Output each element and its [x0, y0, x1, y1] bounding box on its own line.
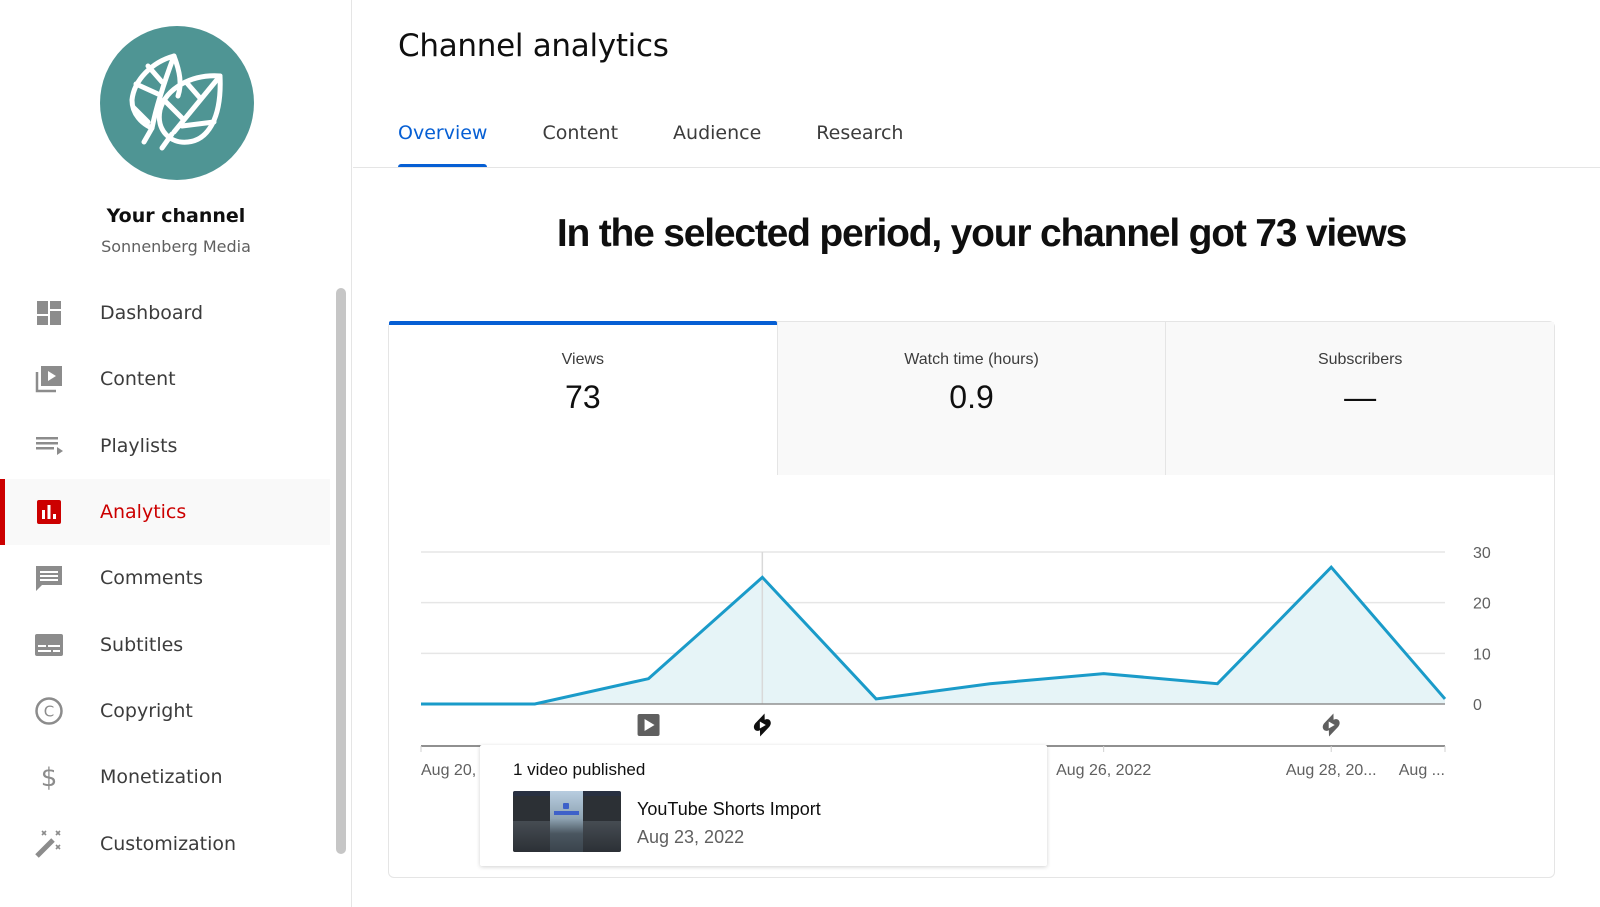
sidebar-item-label: Customization [100, 832, 237, 855]
svg-text:C: C [44, 702, 54, 720]
metric-label: Subscribers [1317, 351, 1403, 368]
sidebar-item-label: Analytics [100, 501, 187, 524]
sidebar-nav: Dashboard Content Playlists Analytics Co… [0, 280, 330, 877]
leaf-logo-icon [129, 53, 223, 151]
tab-overview[interactable]: Overview [398, 112, 488, 168]
tooltip-title: 1 video published [513, 760, 646, 779]
your-channel-label: Your channel [106, 205, 246, 227]
copyright-icon: C [34, 696, 64, 726]
sidebar-item-copyright[interactable]: C Copyright [0, 678, 330, 744]
magic-wand-icon [34, 829, 64, 859]
sidebar-item-content[interactable]: Content [0, 346, 330, 412]
sidebar-item-comments[interactable]: Comments [0, 545, 330, 611]
subtitles-icon [34, 630, 64, 660]
sidebar-item-label: Monetization [100, 766, 223, 789]
channel-name: Sonnenberg Media [101, 237, 251, 256]
thumbnail-center [550, 791, 583, 852]
metric-value: — [1344, 379, 1377, 415]
metric-watch-time[interactable]: Watch time (hours) 0.9 [776, 322, 1166, 475]
metric-value: 73 [565, 379, 601, 415]
video-thumbnail[interactable] [513, 791, 621, 852]
metric-subscribers[interactable]: Subscribers — [1165, 322, 1555, 475]
tab-content[interactable]: Content [542, 112, 618, 168]
analytics-tabs: Overview Content Audience Research [398, 112, 958, 168]
tabs-divider [353, 167, 1600, 168]
sidebar-item-monetization[interactable]: $ Monetization [0, 744, 330, 810]
sidebar-item-label: Dashboard [100, 302, 204, 325]
channel-avatar[interactable] [100, 26, 254, 180]
tab-research[interactable]: Research [816, 112, 903, 168]
tab-audience[interactable]: Audience [673, 112, 761, 168]
svg-text:$: $ [41, 763, 58, 792]
metric-label: Views [561, 351, 605, 368]
thumbnail-bar [554, 811, 579, 815]
sidebar-item-label: Copyright [100, 699, 193, 722]
dashboard-icon [34, 298, 64, 328]
playlist-icon [34, 431, 64, 461]
summary-headline: In the selected period, your channel got… [556, 212, 1407, 255]
sidebar: Your channel Sonnenberg Media Dashboard … [0, 0, 352, 907]
sidebar-item-dashboard[interactable]: Dashboard [0, 280, 330, 346]
sidebar-item-customization[interactable]: Customization [0, 810, 330, 876]
analytics-icon [34, 497, 64, 527]
page-title: Channel analytics [398, 28, 669, 64]
metric-views[interactable]: Views 73 [389, 321, 777, 475]
sidebar-item-subtitles[interactable]: Subtitles [0, 611, 330, 677]
video-date: Aug 23, 2022 [637, 827, 745, 847]
comment-icon [34, 563, 64, 593]
publish-tooltip: 1 video published YouTube Shorts Import … [480, 745, 1047, 866]
sidebar-item-label: Comments [100, 567, 203, 590]
sidebar-item-label: Content [100, 368, 176, 391]
sidebar-scrollbar[interactable] [336, 288, 346, 854]
thumbnail-dot [563, 803, 569, 809]
sidebar-item-analytics[interactable]: Analytics [0, 478, 330, 546]
sidebar-item-playlists[interactable]: Playlists [0, 413, 330, 479]
metric-value: 0.9 [949, 379, 994, 415]
video-library-icon [34, 364, 64, 394]
dollar-icon: $ [34, 762, 64, 792]
sidebar-item-label: Playlists [100, 434, 178, 457]
metric-label: Watch time (hours) [904, 351, 1039, 368]
sidebar-item-label: Subtitles [100, 633, 184, 656]
video-title[interactable]: YouTube Shorts Import [637, 799, 821, 820]
metric-tabs: Views 73 Watch time (hours) 0.9 Subscrib… [389, 321, 1555, 475]
